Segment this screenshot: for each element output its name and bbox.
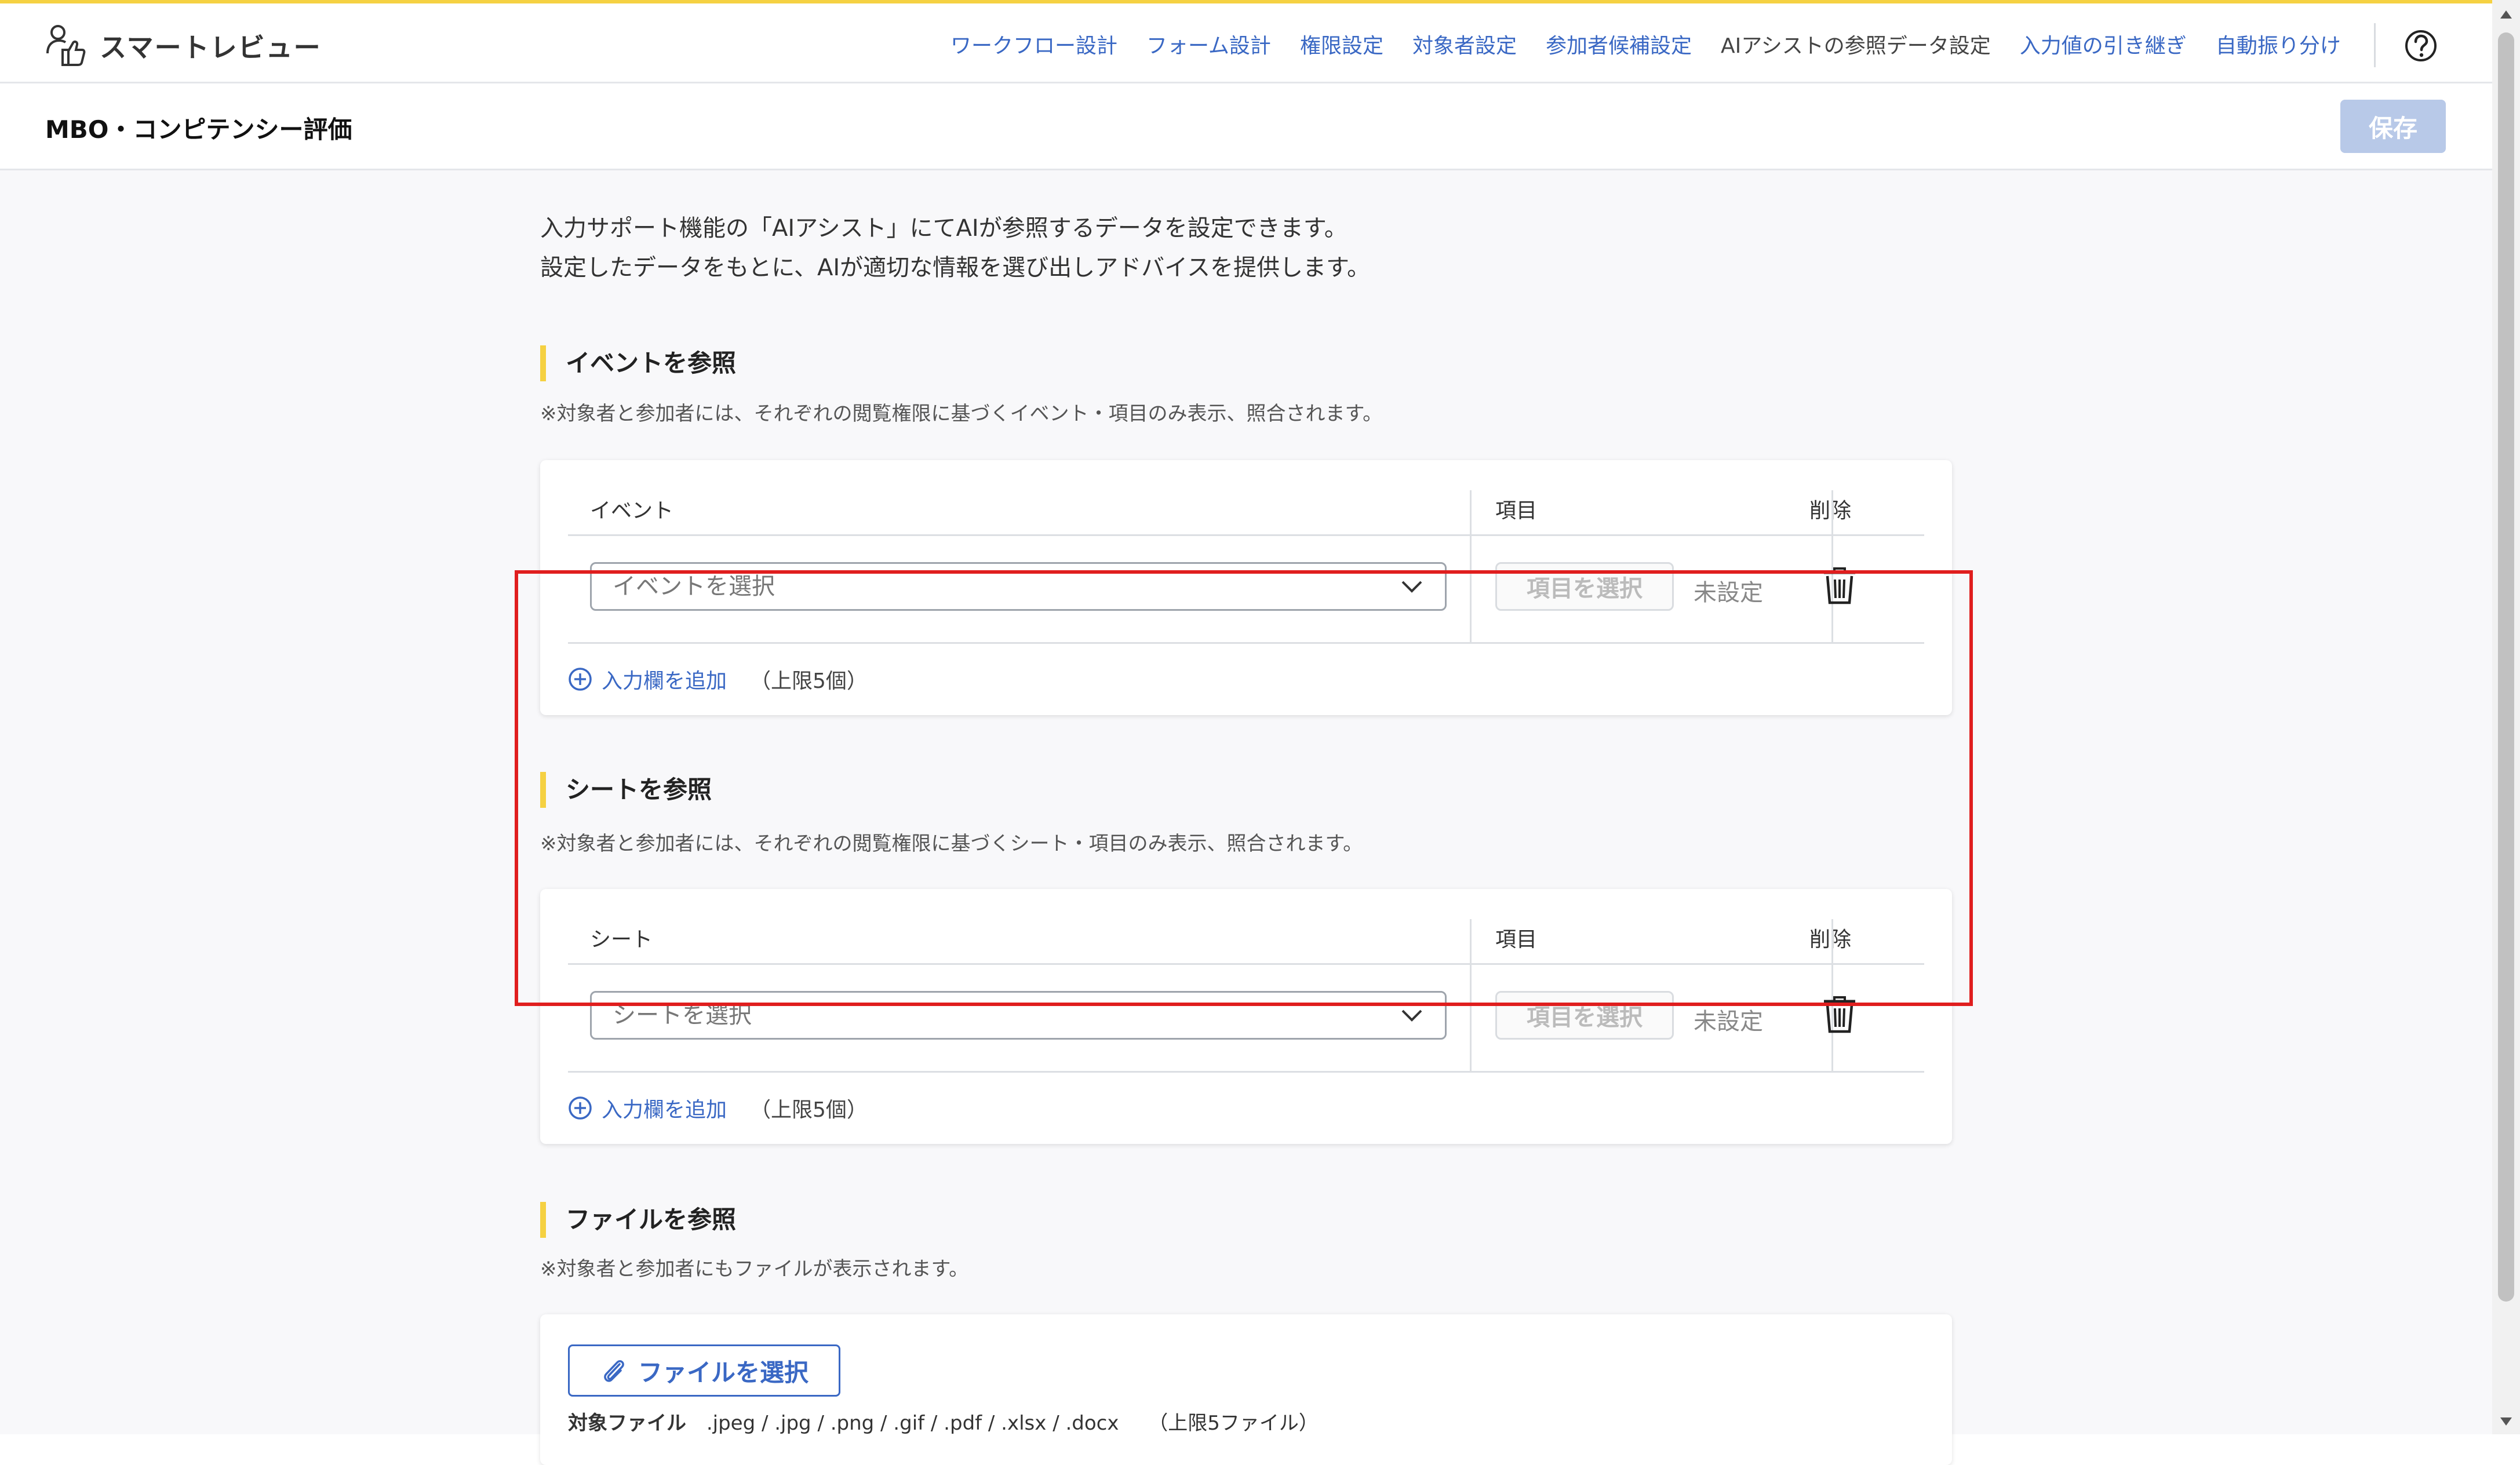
scroll-up-arrow-icon[interactable] (2499, 8, 2513, 20)
paperclip-icon (604, 1360, 624, 1382)
sheet-add-row-label: 入力欄を追加 (602, 1098, 727, 1122)
event-item-column-header: 項目 (1495, 499, 1538, 523)
intro-text: 入力サポート機能の「AIアシスト」にてAIが参照するデータを設定できます。 設定… (540, 209, 1370, 287)
top-navigation-bar: スマートレビュー ワークフロー設計 フォーム設計 権限設定 対象者設定 参加者候… (0, 0, 2492, 83)
brand[interactable]: スマートレビュー (45, 24, 322, 67)
nav-item-targets[interactable]: 対象者設定 (1412, 29, 1517, 59)
nav-item-participants[interactable]: 参加者候補設定 (1546, 29, 1692, 59)
sheet-section-highlight (515, 570, 1973, 1006)
file-reference-card: ファイルを選択 対象ファイル .jpeg / .jpg / .png / .gi… (540, 1314, 1952, 1465)
allowed-file-types-label: 対象ファイル (568, 1412, 686, 1435)
plus-circle-icon (569, 1096, 592, 1120)
file-section-title: ファイルを参照 (540, 1202, 736, 1238)
nav-item-auto-assign[interactable]: 自動振り分け (2216, 29, 2341, 59)
page-header: MBO・コンピテンシー評価 保存 (0, 83, 2492, 170)
file-section-note: ※対象者と参加者にもファイルが表示されます。 (540, 1258, 969, 1281)
sheet-item-status: 未設定 (1694, 1008, 1763, 1035)
nav-item-ai-assist-data[interactable]: AIアシストの参照データ設定 (1721, 29, 1991, 59)
select-file-label: ファイルを選択 (638, 1358, 809, 1387)
event-section-title: イベントを参照 (540, 345, 736, 381)
intro-line-1: 入力サポート機能の「AIアシスト」にてAIが参照するデータを設定できます。 (540, 215, 1348, 242)
intro-line-2: 設定したデータをもとに、AIが適切な情報を選び出しアドバイスを提供します。 (540, 254, 1370, 281)
sheet-add-row-limit: （上限5個） (750, 1098, 868, 1122)
table-header-divider (568, 534, 1924, 536)
file-limit: （上限5ファイル） (1148, 1412, 1319, 1435)
page-title: MBO・コンピテンシー評価 (45, 115, 352, 144)
nav-divider (2374, 23, 2376, 67)
allowed-file-types: 対象ファイル .jpeg / .jpg / .png / .gif / .pdf… (568, 1407, 1319, 1435)
settings-nav: ワークフロー設計 フォーム設計 権限設定 対象者設定 参加者候補設定 AIアシス… (951, 29, 2370, 59)
nav-item-form[interactable]: フォーム設計 (1146, 29, 1271, 59)
sheet-add-row[interactable]: 入力欄を追加 （上限5個） (568, 1093, 868, 1123)
scroll-down-arrow-icon[interactable] (2499, 1416, 2513, 1428)
allowed-file-types-list: .jpeg / .jpg / .png / .gif / .pdf / .xls… (706, 1412, 1119, 1435)
event-section-note: ※対象者と参加者には、それぞれの閲覧権限に基づくイベント・項目のみ表示、照合され… (540, 402, 1383, 425)
nav-item-workflow[interactable]: ワークフロー設計 (951, 29, 1117, 59)
chevron-down-icon (1401, 1010, 1422, 1022)
event-column-header: イベント (590, 499, 674, 523)
event-delete-column-header: 削除 (1809, 499, 1852, 523)
nav-item-permissions[interactable]: 権限設定 (1300, 29, 1383, 59)
row-divider (568, 1071, 1924, 1073)
vertical-scrollbar[interactable] (2492, 0, 2520, 1434)
scrollbar-thumb[interactable] (2498, 32, 2514, 1302)
nav-item-carry-over[interactable]: 入力値の引き継ぎ (2020, 29, 2187, 59)
brand-name: スマートレビュー (100, 32, 322, 63)
save-button[interactable]: 保存 (2340, 100, 2446, 153)
help-circle-icon[interactable] (2404, 29, 2438, 63)
user-thumbs-up-icon (46, 25, 86, 66)
select-file-button[interactable]: ファイルを選択 (568, 1344, 840, 1397)
